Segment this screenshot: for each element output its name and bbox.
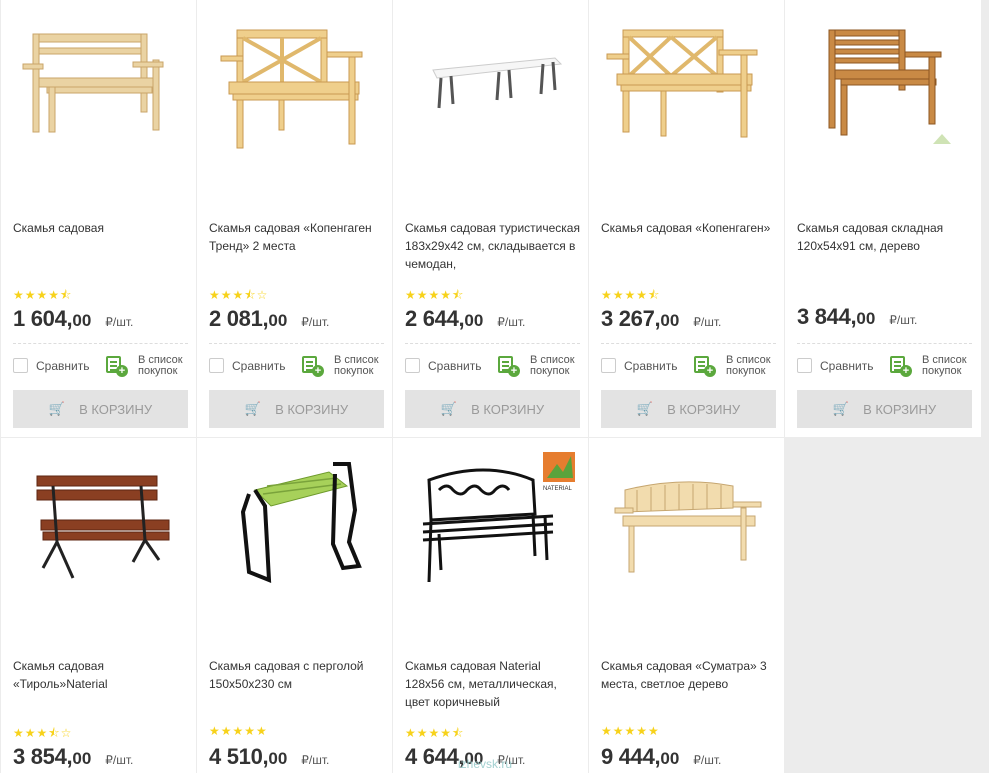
rating-stars: ★★★⯪☆ xyxy=(13,726,73,740)
shopping-list-icon: + xyxy=(106,355,128,377)
add-to-list-button[interactable]: + В список покупок xyxy=(106,355,198,377)
brand-badge: NATERIAL xyxy=(543,486,573,492)
product-image[interactable] xyxy=(13,12,184,152)
product-title[interactable]: Скамья садовая «Тироль»Naterial xyxy=(13,657,188,693)
product-price: 2 081,00 ₽/шт. xyxy=(209,306,330,331)
product-price: 9 444,00 ₽/шт. xyxy=(601,744,722,769)
product-price: 1 604,00 ₽/шт. xyxy=(13,306,134,331)
product-image[interactable] xyxy=(797,12,968,152)
compare-checkbox[interactable] xyxy=(209,358,224,373)
compare-label: Сравнить xyxy=(428,358,482,373)
rating-stars: ★★★★⯪ xyxy=(405,726,465,740)
add-to-list-button[interactable]: + В список покупок xyxy=(890,355,982,377)
divider xyxy=(405,343,580,344)
shopping-list-icon: + xyxy=(302,355,324,377)
compare-label: Сравнить xyxy=(624,358,678,373)
compare-toggle[interactable]: Сравнить xyxy=(13,358,89,373)
product-price: 3 844,00 ₽/шт. xyxy=(797,304,918,329)
compare-toggle[interactable]: Сравнить xyxy=(405,358,481,373)
compare-label: Сравнить xyxy=(36,358,90,373)
product-title[interactable]: Скамья садовая с перголой 150х50х230 см xyxy=(209,657,384,693)
add-to-list-button[interactable]: + В список покупок xyxy=(498,355,590,377)
product-card[interactable]: Скамья садовая с перголой 150х50х230 см … xyxy=(197,438,392,773)
product-image[interactable]: NATERIAL xyxy=(405,450,576,590)
watermark: izhevsk.ru xyxy=(458,757,513,771)
product-title[interactable]: Скамья садовая туристическая 183х29х42 с… xyxy=(405,219,580,273)
divider xyxy=(797,343,972,344)
product-card[interactable]: Скамья садовая «Копенгаген Тренд» 2 мест… xyxy=(197,0,392,437)
product-card[interactable]: Скамья садовая туристическая 183х29х42 с… xyxy=(393,0,588,437)
product-price: 3 854,00 ₽/шт. xyxy=(13,744,134,769)
product-grid: Скамья садовая ★★★★⯪ 1 604,00 ₽/шт. Сравн… xyxy=(0,0,989,773)
product-card[interactable]: NATERIAL Скамья садовая Naterial 128х56 … xyxy=(393,438,588,773)
product-image[interactable] xyxy=(209,450,380,590)
cart-icon: 🛒 xyxy=(48,401,66,416)
product-image[interactable] xyxy=(209,12,380,152)
product-image[interactable] xyxy=(13,450,184,590)
product-card[interactable]: Скамья садовая «Тироль»Naterial ★★★⯪☆ 3 … xyxy=(1,438,196,773)
add-to-cart-button[interactable]: 🛒 В КОРЗИНУ xyxy=(405,390,580,428)
product-card[interactable]: Скамья садовая «Копенгаген» ★★★★⯪ 3 267,… xyxy=(589,0,784,437)
product-price: 4 510,00 ₽/шт. xyxy=(209,744,330,769)
shopping-list-icon: + xyxy=(890,355,912,377)
product-price: 3 267,00 ₽/шт. xyxy=(601,306,722,331)
product-title[interactable]: Скамья садовая Naterial 128х56 см, метал… xyxy=(405,657,580,711)
cart-icon: 🛒 xyxy=(440,401,458,416)
product-price: 2 644,00 ₽/шт. xyxy=(405,306,526,331)
add-to-cart-button[interactable]: 🛒 В КОРЗИНУ xyxy=(13,390,188,428)
product-card[interactable]: Скамья садовая «Суматра» 3 места, светло… xyxy=(589,438,784,773)
add-to-cart-button[interactable]: 🛒 В КОРЗИНУ xyxy=(209,390,384,428)
product-title[interactable]: Скамья садовая xyxy=(13,219,188,237)
compare-label: Сравнить xyxy=(232,358,286,373)
compare-checkbox[interactable] xyxy=(797,358,812,373)
compare-toggle[interactable]: Сравнить xyxy=(797,358,873,373)
compare-checkbox[interactable] xyxy=(13,358,28,373)
add-to-list-button[interactable]: + В список покупок xyxy=(302,355,394,377)
product-card[interactable]: Скамья садовая ★★★★⯪ 1 604,00 ₽/шт. Сравн… xyxy=(1,0,196,437)
product-card[interactable]: Скамья садовая складная 120х54х91 см, де… xyxy=(785,0,981,437)
shopping-list-icon: + xyxy=(694,355,716,377)
product-image[interactable] xyxy=(405,12,576,152)
rating-stars: ★★★★⯪ xyxy=(405,288,465,302)
product-image[interactable] xyxy=(601,12,772,152)
product-title[interactable]: Скамья садовая «Суматра» 3 места, светло… xyxy=(601,657,776,693)
add-to-cart-button[interactable]: 🛒 В КОРЗИНУ xyxy=(797,390,972,428)
rating-stars: ★★★★⯪ xyxy=(13,288,73,302)
compare-toggle[interactable]: Сравнить xyxy=(209,358,285,373)
add-to-cart-button[interactable]: 🛒 В КОРЗИНУ xyxy=(601,390,776,428)
compare-checkbox[interactable] xyxy=(601,358,616,373)
product-title[interactable]: Скамья садовая «Копенгаген Тренд» 2 мест… xyxy=(209,219,384,255)
rating-stars: ★★★★★ xyxy=(601,724,660,738)
product-title[interactable]: Скамья садовая складная 120х54х91 см, де… xyxy=(797,219,972,255)
rating-stars: ★★★★★ xyxy=(209,724,268,738)
cart-icon: 🛒 xyxy=(636,401,654,416)
compare-toggle[interactable]: Сравнить xyxy=(601,358,677,373)
divider xyxy=(13,343,188,344)
product-image[interactable] xyxy=(601,450,772,590)
rating-stars: ★★★★⯪ xyxy=(601,288,661,302)
rating-stars: ★★★⯪☆ xyxy=(209,288,269,302)
cart-icon: 🛒 xyxy=(832,401,850,416)
add-to-list-button[interactable]: + В список покупок xyxy=(694,355,786,377)
divider xyxy=(209,343,384,344)
shopping-list-icon: + xyxy=(498,355,520,377)
compare-checkbox[interactable] xyxy=(405,358,420,373)
divider xyxy=(601,343,776,344)
compare-label: Сравнить xyxy=(820,358,874,373)
cart-icon: 🛒 xyxy=(244,401,262,416)
product-title[interactable]: Скамья садовая «Копенгаген» xyxy=(601,219,776,237)
